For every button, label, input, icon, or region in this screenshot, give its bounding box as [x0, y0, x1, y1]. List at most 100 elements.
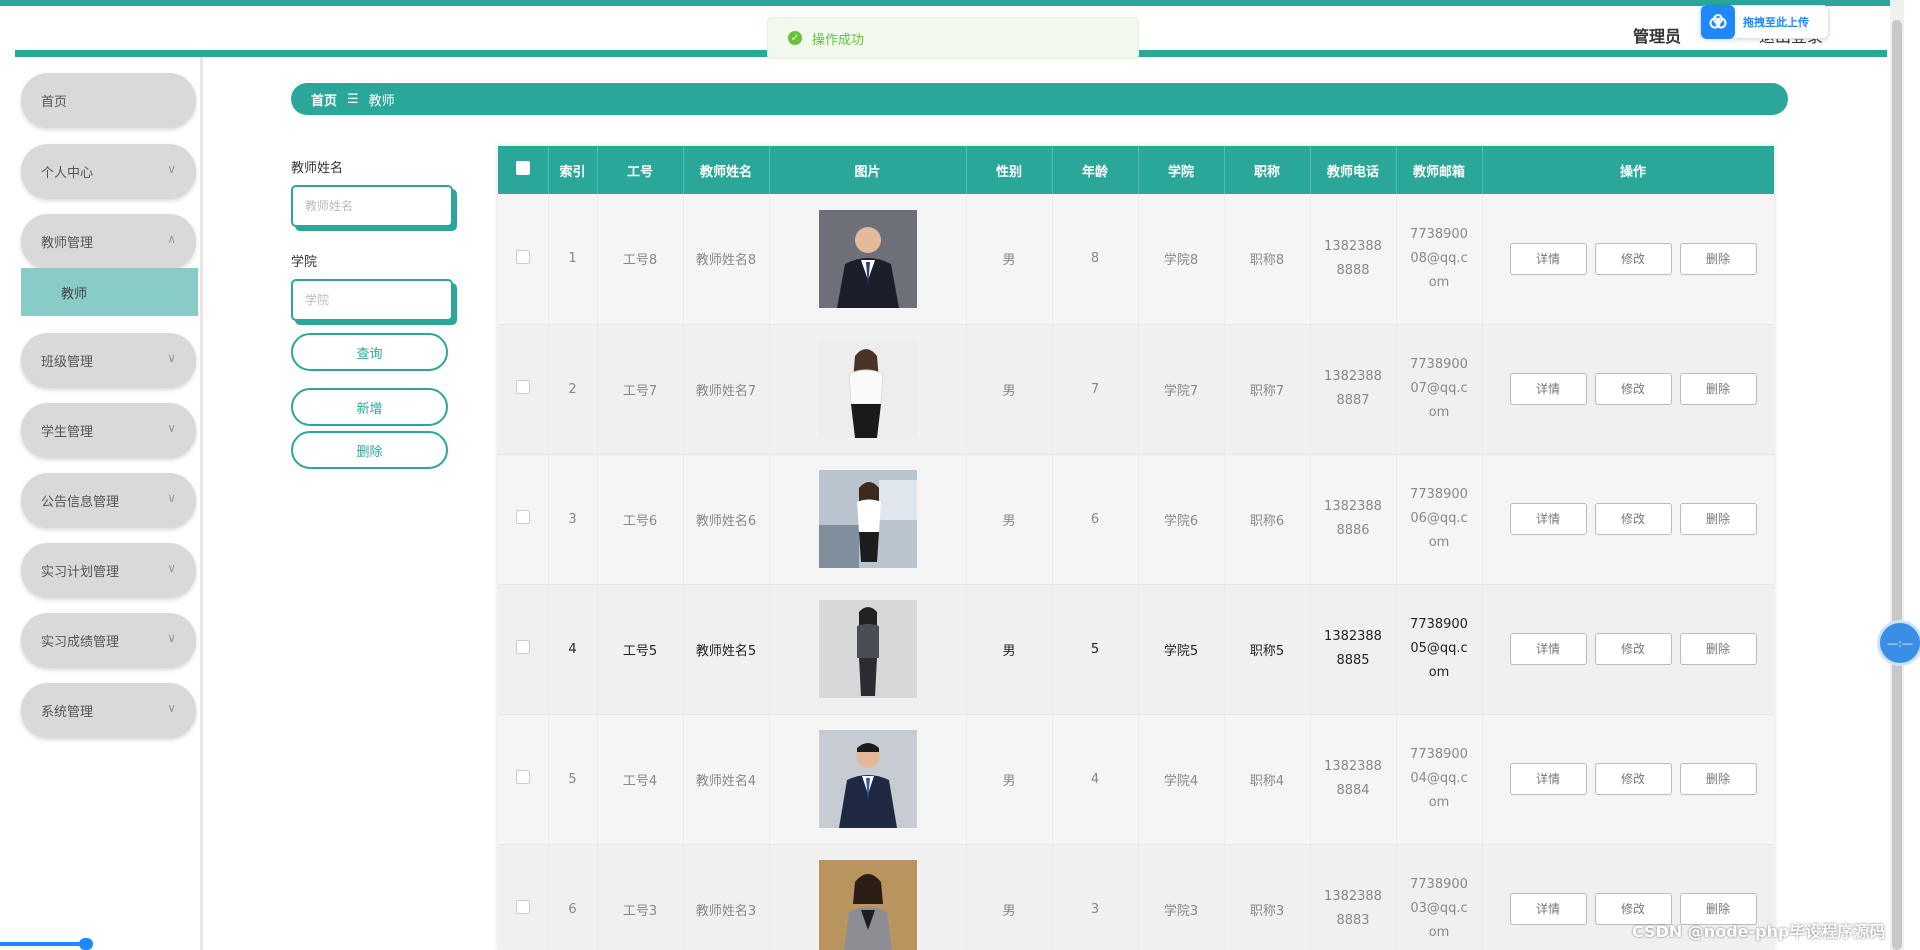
row-checkbox[interactable]	[498, 844, 549, 950]
chevron-up-icon: ∧	[167, 232, 176, 246]
cell-index: 5	[548, 714, 598, 845]
teacher-photo[interactable]	[818, 470, 917, 568]
row-delete-button[interactable]: 删除	[1679, 242, 1757, 275]
sidebar-item-notice-management[interactable]: 公告信息管理 ∨	[21, 473, 196, 528]
cell-gender: 男	[966, 584, 1053, 715]
cell-index: 6	[548, 844, 598, 950]
phone-text: 13823888888	[1324, 238, 1382, 278]
cell-email: 773890003@qq.com	[1396, 844, 1483, 950]
column-header: 职称	[1224, 146, 1311, 194]
cell-email: 773890004@qq.com	[1396, 714, 1483, 845]
column-header: 操作	[1482, 146, 1774, 194]
add-button[interactable]: 新增	[291, 388, 448, 426]
table-row[interactable]: 3 工号6 教师姓名6 男 6 学院6 职称6 13823888886 773890006@qq…	[498, 454, 1774, 585]
dash-icon[interactable]: —:—	[1877, 620, 1920, 666]
detail-button[interactable]: 详情	[1509, 373, 1587, 405]
teacher-photo[interactable]	[818, 209, 917, 308]
row-checkbox[interactable]	[498, 714, 549, 845]
row-delete-button[interactable]: 删除	[1679, 763, 1757, 795]
row-delete-button[interactable]: 删除	[1679, 503, 1757, 535]
row-checkbox[interactable]	[498, 454, 549, 585]
row-delete-button[interactable]: 删除	[1679, 373, 1757, 405]
edit-button[interactable]: 修改	[1594, 503, 1672, 535]
bottom-slider-knob[interactable]	[79, 938, 93, 950]
email-text: 773890005@qq.com	[1410, 617, 1468, 680]
cell-gender: 男	[966, 324, 1053, 455]
cell-title: 职称4	[1224, 714, 1311, 845]
sidebar-item-label: 教师管理	[41, 236, 94, 251]
sidebar-subitem-teacher[interactable]: 教师	[21, 268, 198, 316]
cell-gender: 男	[966, 844, 1053, 950]
sidebar-item-label: 实习成绩管理	[41, 635, 120, 650]
upload-widget[interactable]: 拖拽至此上传	[1700, 5, 1829, 39]
teacher-photo[interactable]	[818, 600, 917, 698]
sidebar-item-home[interactable]: 首页	[21, 73, 196, 128]
row-checkbox[interactable]	[498, 194, 549, 325]
edit-button[interactable]: 修改	[1594, 763, 1672, 795]
cell-title: 职称3	[1224, 844, 1311, 950]
cell-phone: 13823888888	[1310, 194, 1397, 325]
sidebar-item-class-management[interactable]: 班级管理 ∨	[21, 333, 196, 388]
detail-button[interactable]: 详情	[1509, 503, 1587, 535]
cell-photo	[769, 324, 967, 455]
sidebar-subitem-label: 教师	[61, 286, 88, 302]
cell-phone: 13823888883	[1310, 844, 1397, 950]
detail-button[interactable]: 详情	[1509, 763, 1587, 795]
cell-college: 学院7	[1138, 324, 1225, 455]
cell-phone: 13823888886	[1310, 454, 1397, 585]
cloud-upload-icon	[1701, 5, 1735, 39]
sidebar-item-personal-center[interactable]: 个人中心 ∨	[21, 144, 196, 199]
cell-email: 773890005@qq.com	[1396, 584, 1483, 715]
edit-button[interactable]: 修改	[1594, 373, 1672, 405]
detail-button[interactable]: 详情	[1509, 893, 1587, 925]
cell-phone: 13823888885	[1310, 584, 1397, 715]
delete-button[interactable]: 删除	[291, 431, 448, 469]
edit-button[interactable]: 修改	[1594, 633, 1672, 665]
sidebar-item-teacher-management[interactable]: 教师管理 ∧	[21, 214, 196, 269]
table-row[interactable]: 4 工号5 教师姓名5 男 5 学院5 职称5 13823888885 773890005@qq…	[498, 584, 1774, 715]
table-row[interactable]: 1 工号8 教师姓名8 男 8 学院8 职称8 13823888888 773890008@qq…	[498, 194, 1774, 325]
cell-teacher-name: 教师姓名8	[683, 194, 770, 325]
sidebar-item-system-management[interactable]: 系统管理 ∨	[21, 683, 196, 738]
column-header: 年龄	[1052, 146, 1139, 194]
admin-user-label[interactable]: 管理员	[1633, 23, 1681, 47]
cell-title: 职称6	[1224, 454, 1311, 585]
teacher-photo[interactable]	[818, 730, 917, 828]
detail-button[interactable]: 详情	[1509, 633, 1587, 665]
cell-email: 773890007@qq.com	[1396, 324, 1483, 455]
detail-button[interactable]: 详情	[1509, 242, 1587, 275]
college-input[interactable]	[291, 279, 453, 321]
table-row[interactable]: 2 工号7 教师姓名7 男 7 学院7 职称7 13823888887 773890007@qq…	[498, 324, 1774, 455]
row-checkbox[interactable]	[498, 324, 549, 455]
sidebar-item-internship-score[interactable]: 实习成绩管理 ∨	[21, 613, 196, 668]
table-row[interactable]: 6 工号3 教师姓名3 男 3 学院3 职称3 13823888883 773890003@qq…	[498, 844, 1774, 950]
row-checkbox[interactable]	[498, 584, 549, 715]
cell-college: 学院3	[1138, 844, 1225, 950]
phone-text: 13823888886	[1324, 499, 1382, 538]
table-row[interactable]: 5 工号4 教师姓名4 男 4 学院4 职称4 13823888884 773890004@qq…	[498, 714, 1774, 845]
phone-text: 13823888885	[1324, 629, 1382, 668]
sidebar-item-student-management[interactable]: 学生管理 ∨	[21, 403, 196, 458]
sidebar-item-internship-plan[interactable]: 实习计划管理 ∨	[21, 543, 196, 598]
select-all-checkbox[interactable]	[498, 146, 549, 194]
cell-college: 学院5	[1138, 584, 1225, 715]
email-text: 773890006@qq.com	[1410, 487, 1468, 550]
teacher-name-input[interactable]	[291, 185, 453, 227]
upload-label: 拖拽至此上传	[1743, 16, 1809, 29]
chevron-down-icon: ∨	[167, 701, 176, 715]
breadcrumb-home[interactable]: 首页	[311, 90, 337, 109]
edit-button[interactable]: 修改	[1594, 242, 1672, 275]
email-text: 773890004@qq.com	[1410, 747, 1468, 810]
cell-age: 5	[1052, 584, 1139, 715]
chevron-down-icon: ∨	[167, 631, 176, 645]
cell-photo	[769, 714, 967, 845]
cell-photo	[769, 584, 967, 715]
phone-text: 13823888883	[1324, 889, 1382, 928]
chevron-down-icon: ∨	[167, 351, 176, 365]
page-scrollbar-thumb[interactable]	[1892, 20, 1902, 950]
teacher-photo[interactable]	[818, 340, 917, 438]
teacher-photo[interactable]	[818, 860, 917, 950]
query-button[interactable]: 查询	[291, 333, 448, 371]
cell-age: 4	[1052, 714, 1139, 845]
row-delete-button[interactable]: 删除	[1679, 633, 1757, 665]
